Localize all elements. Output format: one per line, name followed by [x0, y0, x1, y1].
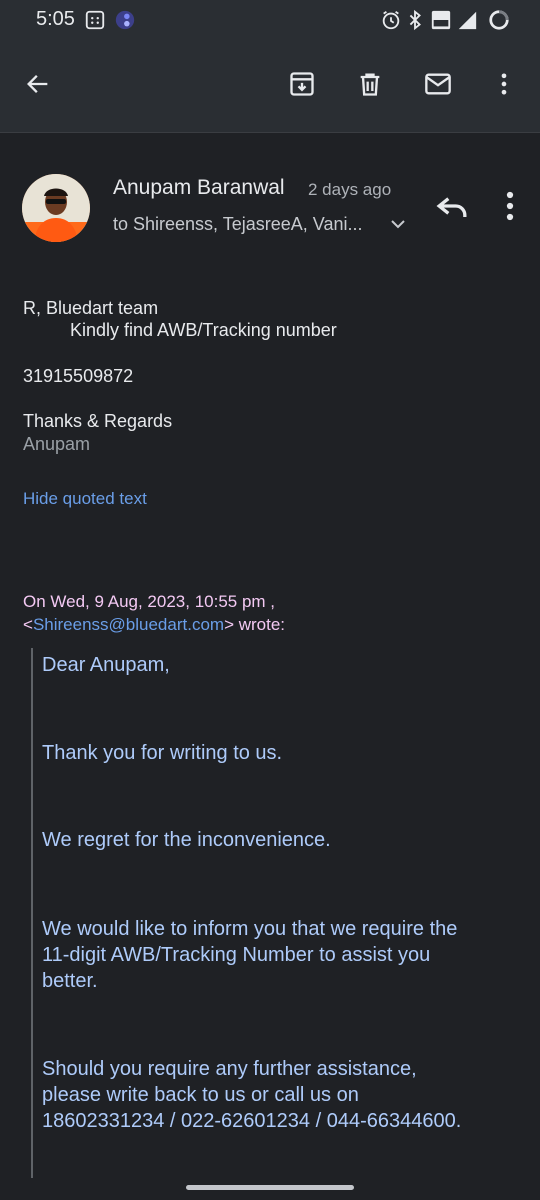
bracket-open: <	[23, 615, 33, 634]
quote-bar	[31, 648, 33, 1178]
status-bar: 5:05	[0, 0, 540, 40]
volte-icon	[431, 10, 451, 30]
more-icon	[501, 73, 507, 95]
quoted-paragraph-line: We would like to inform you that we requ…	[42, 918, 458, 940]
app-icon	[115, 10, 135, 30]
quoted-email-link[interactable]: Shireenss@bluedart.com	[33, 615, 224, 634]
archive-button[interactable]	[280, 62, 324, 106]
app-bar	[0, 40, 540, 133]
quoted-paragraph-line: better.	[42, 970, 98, 992]
more-icon	[506, 191, 514, 221]
delete-button[interactable]	[348, 62, 392, 106]
quoted-paragraph-line: 11-digit AWB/Tracking Number to assist y…	[42, 944, 431, 966]
bluetooth-icon	[409, 9, 421, 31]
quoted-paragraph: Thank you for writing to us.	[42, 742, 283, 764]
signature: Anupam	[23, 434, 91, 454]
more-options-button[interactable]	[482, 62, 526, 106]
reply-icon	[436, 197, 467, 217]
calculator-icon	[85, 10, 105, 30]
battery-icon	[489, 10, 509, 30]
mark-unread-button[interactable]	[416, 62, 460, 106]
quoted-greeting: Dear Anupam,	[42, 654, 170, 676]
quoted-header: On Wed, 9 Aug, 2023, 10:55 pm , <Shireen…	[23, 590, 285, 636]
reply-button[interactable]	[430, 184, 474, 228]
body-greeting: R, Bluedart team	[23, 298, 159, 318]
back-button[interactable]	[16, 62, 60, 106]
delete-icon	[360, 73, 380, 96]
quoted-suffix: > wrote:	[224, 615, 286, 634]
quoted-paragraph-line: please write back to us or call us on	[42, 1084, 359, 1106]
tracking-number: 31915509872	[23, 366, 134, 386]
home-indicator[interactable]	[186, 1185, 354, 1190]
body-line: Kindly find AWB/Tracking number	[70, 320, 337, 340]
quoted-from: <Shireenss@bluedart.com> wrote:	[23, 613, 285, 636]
back-arrow-icon	[27, 75, 48, 93]
message-more-button[interactable]	[488, 184, 532, 228]
avatar-photo	[22, 174, 90, 242]
signoff: Thanks & Regards	[23, 411, 173, 431]
sent-time: 2 days ago	[308, 180, 392, 199]
quoted-paragraph-line: Should you require any further assistanc…	[42, 1058, 417, 1080]
recipients[interactable]: to Shireenss, TejasreeA, Vani...	[113, 214, 362, 235]
hide-quoted-text-link[interactable]: Hide quoted text	[23, 489, 147, 509]
quoted-phone-numbers: 18602331234 / 022-62601234 / 044-6634460…	[42, 1110, 462, 1132]
avatar[interactable]	[22, 174, 90, 242]
message-header: Anupam Baranwal 2 days ago to Shireenss,…	[0, 160, 540, 260]
chevron-down-icon[interactable]	[386, 212, 410, 236]
archive-icon	[290, 72, 314, 96]
quoted-paragraph: We regret for the inconvenience.	[42, 829, 331, 851]
quoted-date: On Wed, 9 Aug, 2023, 10:55 pm ,	[23, 592, 276, 611]
sender-name[interactable]: Anupam Baranwal	[113, 176, 285, 200]
status-time: 5:05	[36, 8, 75, 30]
mark-unread-icon	[425, 73, 451, 95]
alarm-icon	[382, 10, 400, 30]
signal-4g-icon	[458, 11, 477, 30]
